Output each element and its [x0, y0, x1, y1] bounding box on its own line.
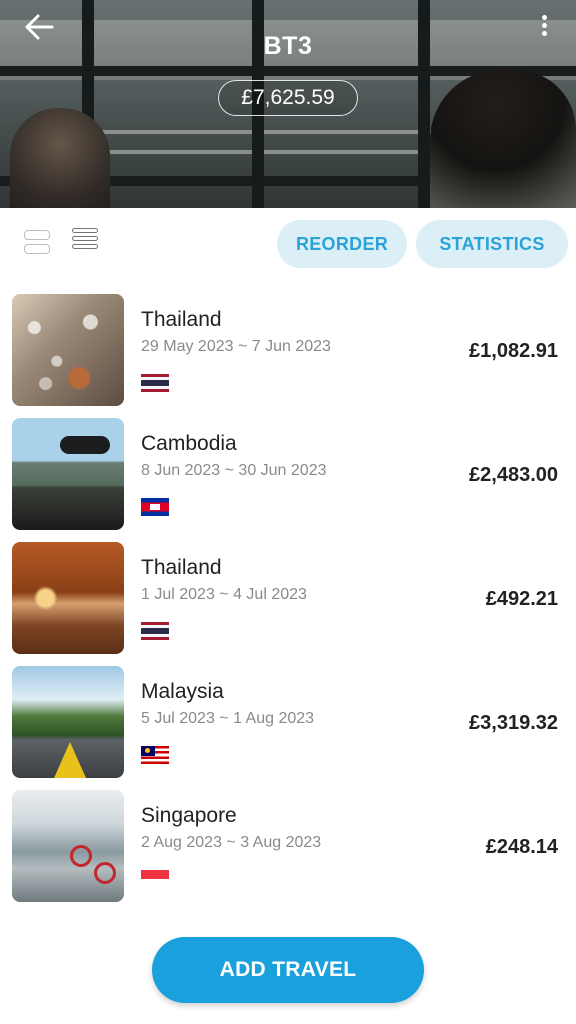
travel-amount: £1,082.91 — [469, 340, 558, 362]
malaysia-flag-icon — [141, 746, 169, 764]
more-vertical-icon-dot — [541, 23, 547, 28]
reorder-button[interactable]: REORDER — [277, 220, 407, 268]
travel-item[interactable]: Thailand 29 May 2023 ~ 7 Jun 2023 £1,082… — [0, 290, 576, 414]
toolbar: REORDER STATISTICS — [0, 208, 576, 278]
bicycle-wheel — [70, 845, 92, 867]
travel-country: Thailand — [141, 556, 222, 579]
travel-thumbnail — [12, 542, 124, 654]
list-view-icon-row — [72, 228, 98, 233]
travel-dates: 2 Aug 2023 ~ 3 Aug 2023 — [141, 834, 322, 851]
travel-list: Thailand 29 May 2023 ~ 7 Jun 2023 £1,082… — [0, 290, 576, 910]
travel-item[interactable]: Cambodia 8 Jun 2023 ~ 30 Jun 2023 £2,483… — [0, 414, 576, 538]
rearview-mirror — [60, 436, 110, 454]
travel-thumbnail — [12, 294, 124, 406]
bicycle-wheel — [94, 862, 116, 884]
statistics-button[interactable]: STATISTICS — [416, 220, 568, 268]
thailand-flag-icon — [141, 622, 169, 640]
card-view-icon[interactable] — [24, 230, 52, 256]
travel-amount: £248.14 — [485, 836, 558, 858]
travel-amount: £2,483.00 — [469, 464, 558, 486]
add-travel-button[interactable]: ADD TRAVEL — [152, 937, 424, 1003]
travel-thumbnail — [12, 666, 124, 778]
card-view-icon-row — [24, 230, 50, 240]
travel-country: Cambodia — [141, 432, 237, 455]
thailand-flag-icon — [141, 374, 169, 392]
total-amount-badge: £7,625.59 — [218, 80, 358, 116]
singapore-flag-icon — [141, 870, 169, 888]
page-title: BT3 — [263, 32, 313, 60]
travel-thumbnail — [12, 418, 124, 530]
cambodia-flag-icon — [141, 498, 169, 516]
travel-country: Singapore — [141, 804, 237, 827]
road-line — [54, 742, 86, 778]
travel-amount: £492.21 — [485, 588, 558, 610]
more-vertical-icon — [541, 15, 547, 20]
travel-dates: 29 May 2023 ~ 7 Jun 2023 — [141, 338, 331, 355]
travel-item[interactable]: Singapore 2 Aug 2023 ~ 3 Aug 2023 £248.1… — [0, 786, 576, 910]
card-view-icon-row — [24, 244, 50, 254]
travel-thumbnail — [12, 790, 124, 902]
travel-item[interactable]: Malaysia 5 Jul 2023 ~ 1 Aug 2023 £3,319.… — [0, 662, 576, 786]
list-view-icon-row — [72, 244, 98, 249]
list-view-icon-row — [72, 236, 98, 241]
travel-dates: 5 Jul 2023 ~ 1 Aug 2023 — [141, 710, 315, 727]
travel-dates: 8 Jun 2023 ~ 30 Jun 2023 — [141, 462, 327, 479]
travel-country: Malaysia — [141, 680, 224, 703]
travel-dates: 1 Jul 2023 ~ 4 Jul 2023 — [141, 586, 307, 603]
travel-country: Thailand — [141, 308, 222, 331]
travel-item[interactable]: Thailand 1 Jul 2023 ~ 4 Jul 2023 £492.21 — [0, 538, 576, 662]
travel-amount: £3,319.32 — [469, 712, 558, 734]
list-view-icon[interactable] — [72, 228, 100, 258]
